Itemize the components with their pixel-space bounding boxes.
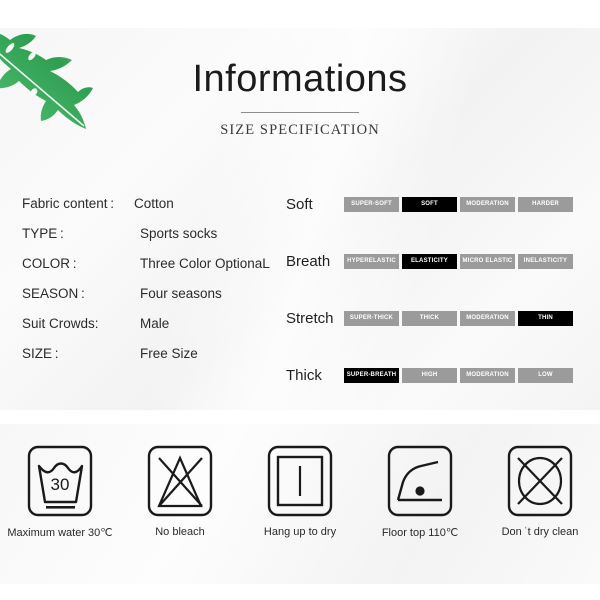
rating-chip[interactable]: INELASTICITY [518, 254, 573, 269]
care-label: Floor top 110℃ [381, 527, 459, 539]
care-item-dry: Hang up to dry [240, 444, 360, 539]
wash-temperature-value: 30 [51, 475, 70, 494]
rating-chip-group: HYPERELASTIC ELASTICITY MICRO ELASTIC IN… [344, 254, 573, 269]
hang-up-to-dry-icon [266, 444, 334, 518]
spec-label: TYPE : [22, 226, 64, 241]
care-item-dryclean: Don ˈt dry clean [480, 444, 600, 539]
rating-name: Thick [286, 367, 322, 384]
care-label: Hang up to dry [263, 526, 337, 538]
spec-value: Male [140, 316, 170, 331]
no-dry-clean-icon [506, 444, 574, 518]
spec-label: Suit Crowds: [22, 316, 99, 331]
spec-value: Free Size [140, 346, 198, 361]
wash-tub-30-icon: 30 [26, 444, 94, 518]
page-heading: Informations SIZE SPECIFICATION [0, 60, 600, 139]
rating-scales: Soft SUPER-SOFT SOFT MODERATION HARDER B… [286, 176, 586, 404]
rating-chip[interactable]: LOW [518, 368, 573, 383]
spec-row: SEASON : Four seasons [22, 286, 272, 316]
care-item-bleach: No bleach [120, 444, 240, 539]
care-item-iron: Floor top 110℃ [360, 444, 480, 539]
spec-value: Three Color OptionaL [140, 256, 270, 271]
rating-row-thick: Thick SUPER-BREATH HIGH MODERATION LOW [286, 347, 586, 404]
iron-one-dot-icon [386, 444, 454, 518]
rating-row-breath: Breath HYPERELASTIC ELASTICITY MICRO ELA… [286, 233, 586, 290]
page-title: Informations [192, 58, 408, 100]
product-info-page: Informations SIZE SPECIFICATION Fabric c… [0, 0, 600, 600]
spec-label: SIZE : [22, 346, 59, 361]
rating-chip[interactable]: THICK [402, 311, 457, 326]
care-label: Don ˈt dry clean [501, 526, 579, 538]
rating-name: Soft [286, 196, 313, 213]
rating-name: Breath [286, 253, 331, 270]
rating-chip[interactable]: SUPER-SOFT [344, 197, 399, 212]
page-subtitle: SIZE SPECIFICATION [220, 122, 380, 138]
rating-name: Stretch [286, 310, 334, 327]
spec-label: Fabric content : [22, 196, 114, 211]
spec-label: COLOR : [22, 256, 77, 271]
spec-row: Suit Crowds: Male [22, 316, 272, 346]
rating-row-soft: Soft SUPER-SOFT SOFT MODERATION HARDER [286, 176, 586, 233]
spec-value: Cotton [134, 196, 174, 211]
rating-chip-selected[interactable]: SOFT [402, 197, 457, 212]
spec-row: SIZE : Free Size [22, 346, 272, 376]
rating-chip[interactable]: MODERATION [460, 197, 515, 212]
rating-chip-selected[interactable]: SUPER-BREATH [344, 368, 399, 383]
rating-chip[interactable]: HYPERELASTIC [344, 254, 399, 269]
rating-chip-group: SUPER-THICK THICK MODERATION THIN [344, 311, 573, 326]
rating-chip[interactable]: HARDER [518, 197, 573, 212]
rating-row-stretch: Stretch SUPER-THICK THICK MODERATION THI… [286, 290, 586, 347]
rating-chip[interactable]: MICRO ELASTIC [460, 254, 515, 269]
spec-row: COLOR : Three Color OptionaL [22, 256, 272, 286]
spec-row: TYPE : Sports socks [22, 226, 272, 256]
spec-label: SEASON : [22, 286, 85, 301]
spec-value: Four seasons [140, 286, 222, 301]
care-item-wash: 30 Maximum water 30℃ [0, 444, 120, 539]
rating-chip[interactable]: MODERATION [460, 368, 515, 383]
rating-chip-group: SUPER-SOFT SOFT MODERATION HARDER [344, 197, 573, 212]
specification-list: Fabric content : Cotton TYPE : Sports so… [22, 196, 272, 376]
spec-row: Fabric content : Cotton [22, 196, 272, 226]
rating-chip-group: SUPER-BREATH HIGH MODERATION LOW [344, 368, 573, 383]
rating-chip[interactable]: SUPER-THICK [344, 311, 399, 326]
care-label: No bleach [155, 526, 205, 538]
rating-chip[interactable]: MODERATION [460, 311, 515, 326]
care-label: Maximum water 30℃ [7, 527, 113, 539]
spec-value: Sports socks [140, 226, 218, 241]
rating-chip-selected[interactable]: THIN [518, 311, 573, 326]
rating-chip[interactable]: HIGH [402, 368, 457, 383]
no-bleach-triangle-icon [146, 444, 214, 518]
care-symbol-row: 30 Maximum water 30℃ No bleach Hang up t… [0, 444, 600, 539]
title-divider [241, 112, 359, 113]
rating-chip-selected[interactable]: ELASTICITY [402, 254, 457, 269]
